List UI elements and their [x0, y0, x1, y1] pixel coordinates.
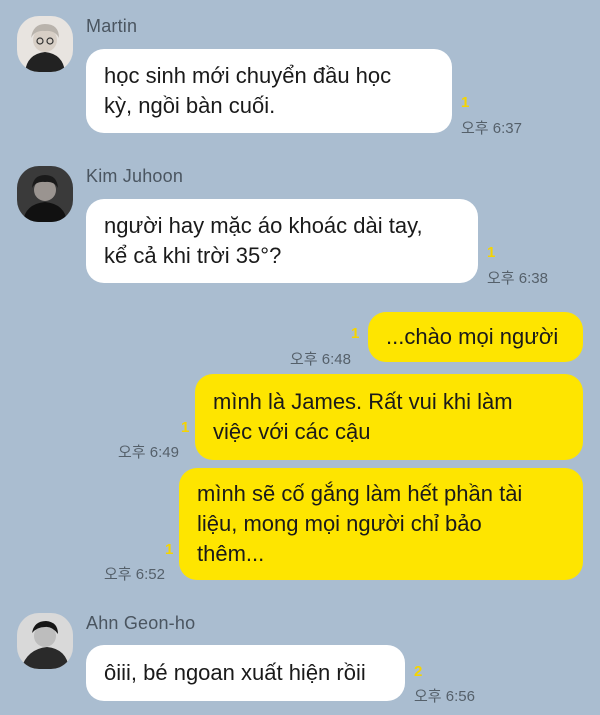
- message-time: 오후 6:52: [104, 566, 165, 583]
- message-bubble[interactable]: học sinh mới chuyển đầu học kỳ, ngồi bàn…: [86, 49, 452, 133]
- unread-count: 1: [165, 541, 174, 558]
- avatar[interactable]: [17, 613, 73, 669]
- message-time: 오후 6:49: [118, 444, 179, 461]
- unread-count: 1: [487, 244, 496, 261]
- message-bubble[interactable]: mình là James. Rất vui khi làm việc với …: [195, 374, 583, 460]
- avatar[interactable]: [17, 16, 73, 72]
- unread-count: 1: [461, 94, 470, 111]
- message-text: ...chào mọi người: [386, 324, 559, 349]
- message-time: 오후 6:37: [461, 120, 522, 137]
- message-bubble[interactable]: người hay mặc áo khoác dài tay, kể cả kh…: [86, 199, 478, 283]
- message-time: 오후 6:48: [290, 351, 351, 368]
- message-text: ôiii, bé ngoan xuất hiện rồii: [104, 660, 366, 685]
- avatar[interactable]: [17, 166, 73, 222]
- unread-count: 2: [414, 663, 423, 680]
- message-text: người hay mặc áo khoác dài tay, kể cả kh…: [104, 213, 423, 268]
- message-bubble[interactable]: mình sẽ cố gắng làm hết phần tài liệu, m…: [179, 468, 583, 580]
- message-text: mình sẽ cố gắng làm hết phần tài liệu, m…: [197, 481, 523, 566]
- message-text: học sinh mới chuyển đầu học kỳ, ngồi bàn…: [104, 63, 392, 118]
- message-bubble[interactable]: ...chào mọi người: [368, 312, 583, 362]
- unread-count: 1: [181, 419, 190, 436]
- sender-name: Ahn Geon-ho: [86, 613, 196, 633]
- message-time: 오후 6:38: [487, 270, 548, 287]
- sender-name: Kim Juhoon: [86, 166, 184, 186]
- unread-count: 1: [351, 325, 360, 342]
- message-time: 오후 6:56: [414, 688, 475, 705]
- message-bubble[interactable]: ôiii, bé ngoan xuất hiện rồii: [86, 645, 405, 701]
- sender-name: Martin: [86, 16, 138, 36]
- message-text: mình là James. Rất vui khi làm việc với …: [213, 389, 513, 444]
